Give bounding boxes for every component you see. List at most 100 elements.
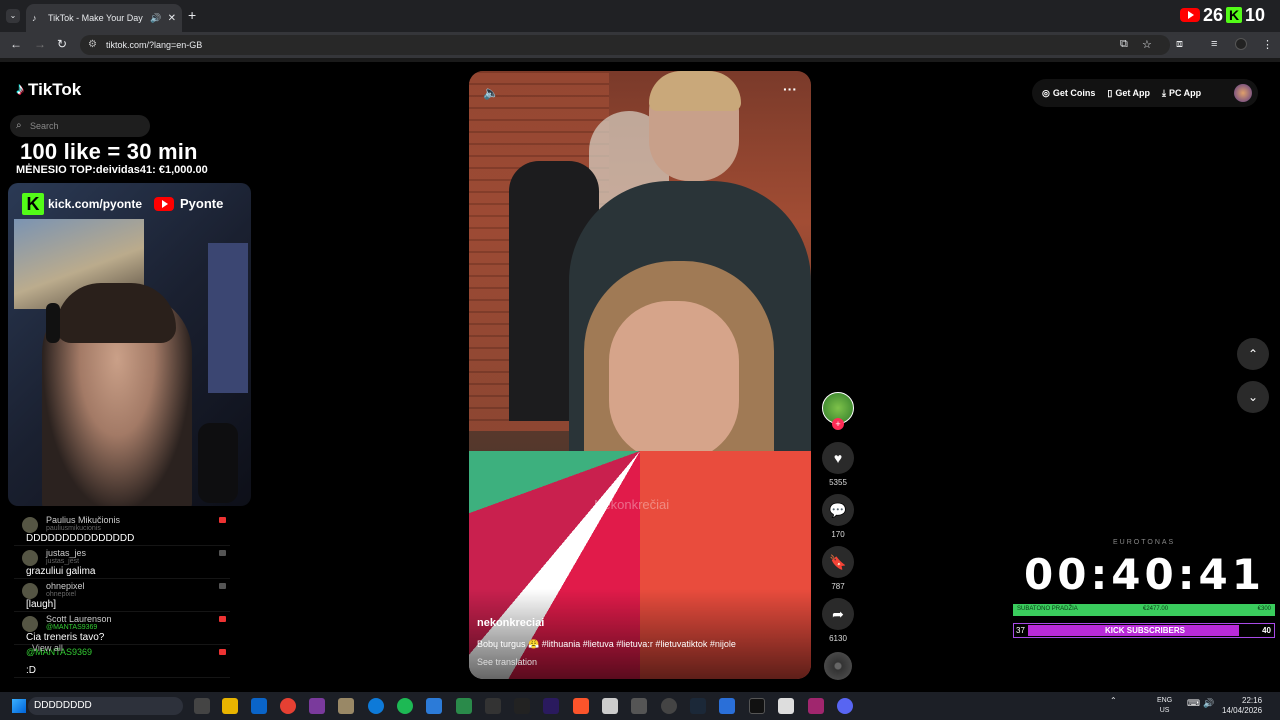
steam-icon[interactable] (690, 698, 706, 714)
chrome-icon[interactable] (280, 698, 296, 714)
site-info-icon[interactable]: ⚙ (88, 35, 97, 55)
language-code: ENG (1157, 697, 1173, 704)
app-icon[interactable] (338, 698, 354, 714)
taskbar-search[interactable]: DDDDDDDD (28, 697, 183, 715)
comment-action[interactable]: 💬 170 (822, 494, 854, 539)
discord-icon[interactable] (837, 698, 853, 714)
search-placeholder: Search (30, 121, 59, 131)
heart-icon[interactable]: ♥ (822, 442, 854, 474)
store-icon[interactable] (251, 698, 267, 714)
tab-search-button[interactable]: ⌄ (6, 9, 20, 23)
chat-handle: justas_jest (46, 558, 80, 565)
tiktok-badge-icon (219, 583, 226, 589)
save-action[interactable]: 🔖 787 (822, 546, 854, 591)
profile-avatar[interactable] (1235, 38, 1247, 50)
taskbar-search-text: DDDDDDDD (34, 700, 92, 711)
get-coins-button[interactable]: ◎ Get Coins (1042, 88, 1095, 99)
more-options-icon[interactable]: ··· (783, 81, 797, 97)
comment-count: 170 (831, 530, 845, 539)
pc-app-button[interactable]: ⤓ PC App (1162, 88, 1201, 99)
youtube-badge-icon (219, 649, 226, 655)
get-coins-label: Get Coins (1052, 88, 1096, 98)
task-view-icon[interactable] (194, 698, 210, 714)
volume-icon[interactable]: 🔊 (1203, 698, 1214, 709)
windows-taskbar: DDDDDDDD ⌃ ENG US ⌨ 🔊 22:16 14/04/2026 (0, 692, 1280, 720)
music-disc-icon[interactable] (824, 652, 852, 680)
app-icon[interactable] (514, 698, 530, 714)
app-icon[interactable] (309, 698, 325, 714)
brave-icon[interactable] (573, 698, 589, 714)
share-icon[interactable]: ➦ (822, 598, 854, 630)
app-icon[interactable] (456, 698, 472, 714)
app-icon[interactable] (778, 698, 794, 714)
youtube-count: 26 (1203, 4, 1224, 25)
search-icon: ⌕ (16, 120, 22, 131)
close-tab-icon[interactable]: ✕ (168, 13, 176, 24)
tiktok-brand-text: TikTok (28, 80, 82, 99)
notepad-icon[interactable] (719, 698, 735, 714)
obs-icon[interactable] (661, 698, 677, 714)
user-avatar[interactable] (1234, 84, 1252, 102)
divider (0, 58, 1280, 62)
video-player[interactable]: 🔈 ··· Nekonkrečiai nekonkreciai Bobų tur… (469, 71, 811, 679)
address-bar: ← → ↻ ⚙ tiktok.com/?lang=en-GB ⧉ ☆ ⧈ ≡ ⋮ (0, 32, 1280, 58)
like-promo-text: 100 like = 30 min (20, 139, 198, 164)
tray-overflow-icon[interactable]: ⌃ (1110, 696, 1117, 705)
menu-kebab-icon[interactable]: ⋮ (1262, 38, 1273, 51)
clock-date: 14/04/2026 (1222, 706, 1263, 715)
view-all-link[interactable]: View all (32, 643, 63, 653)
install-app-icon[interactable]: ⧉ (1120, 38, 1128, 51)
avatar (22, 550, 38, 566)
bookmark-star-icon[interactable]: ☆ (1142, 38, 1152, 51)
search-input[interactable]: ⌕ Search (10, 115, 150, 137)
get-app-button[interactable]: ▯ Get App (1107, 88, 1150, 99)
previous-video-button[interactable]: ⌃ (1237, 338, 1269, 370)
next-video-button[interactable]: ⌄ (1237, 381, 1269, 413)
share-action[interactable]: ➦ 6130 (822, 598, 854, 643)
tab-audio-icon[interactable]: 🔊 (150, 13, 161, 24)
network-icon[interactable]: ⌨ (1187, 698, 1200, 709)
url-field[interactable]: ⚙ tiktok.com/?lang=en-GB (80, 35, 1170, 55)
back-icon[interactable]: ← (10, 37, 22, 51)
streamer-hair (56, 283, 176, 343)
tiktok-logo[interactable]: ♪ TikTok (16, 80, 81, 100)
bookmark-icon[interactable]: 🔖 (822, 546, 854, 578)
premiere-icon[interactable] (543, 698, 559, 714)
tiktok-header-actions: ◎ Get Coins ▯ Get App ⤓ PC App (1032, 79, 1258, 107)
video-watermark: Nekonkrečiai (594, 497, 670, 512)
system-clock[interactable]: 22:16 14/04/2026 (1222, 696, 1262, 716)
kick-subscribers-goal: 37 KICK SUBSCRIBERS 40 (1013, 623, 1275, 638)
like-action[interactable]: ♥ 5355 (822, 442, 854, 487)
avatar (22, 517, 38, 533)
language-indicator[interactable]: ENG US (1157, 696, 1172, 716)
file-explorer-icon[interactable] (222, 698, 238, 714)
photos-icon[interactable] (426, 698, 442, 714)
browser-tab[interactable]: ♪ TikTok - Make Your Day 🔊 ✕ (26, 4, 182, 32)
chat-handle: pauliusmikucionis (46, 525, 101, 532)
new-tab-button[interactable]: + (188, 7, 196, 23)
app-icon[interactable] (631, 698, 647, 714)
webcam-feed (8, 183, 251, 506)
video-author[interactable]: nekonkreciai (477, 617, 544, 629)
app-icon[interactable] (808, 698, 824, 714)
forward-icon[interactable]: → (34, 37, 46, 51)
spotify-icon[interactable] (397, 698, 413, 714)
chat-username: ohnepixel (46, 581, 85, 591)
subathon-bar-goal: €300 (1257, 606, 1271, 612)
follow-plus-icon[interactable]: + (832, 418, 844, 430)
app-icon[interactable] (602, 698, 618, 714)
terminal-icon[interactable] (749, 698, 765, 714)
see-translation-link[interactable]: See translation (477, 657, 537, 667)
extensions-icon[interactable]: ⧈ (1176, 38, 1183, 51)
comment-icon[interactable]: 💬 (822, 494, 854, 526)
reload-icon[interactable]: ↻ (57, 37, 67, 51)
tiktok-badge-icon (219, 550, 226, 556)
stylist-hair (649, 71, 741, 111)
windows-start-icon[interactable] (12, 699, 26, 713)
youtube-logo-icon (1180, 8, 1200, 22)
app-icon[interactable] (485, 698, 501, 714)
mute-icon[interactable]: 🔈 (483, 85, 499, 101)
kick-banner: K kick.com/pyonte (22, 193, 142, 215)
edge-icon[interactable] (368, 698, 384, 714)
media-control-icon[interactable]: ≡ (1211, 38, 1217, 50)
